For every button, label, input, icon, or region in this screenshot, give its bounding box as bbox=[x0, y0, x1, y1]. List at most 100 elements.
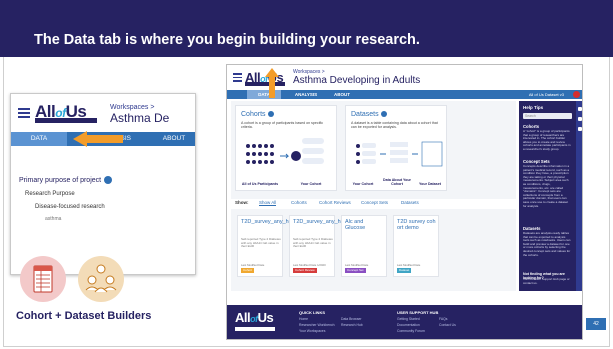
app-header: AllofUs Workspaces > Asthma Developing i… bbox=[227, 65, 582, 88]
footer-link[interactable]: Community Forum bbox=[397, 329, 425, 333]
help-side-rail bbox=[576, 101, 582, 291]
add-cohort-icon[interactable] bbox=[267, 111, 274, 118]
help-icon[interactable] bbox=[573, 91, 580, 98]
datasets-card[interactable]: Datasets A dataset is a table containing… bbox=[345, 105, 447, 191]
datasets-description: A dataset is a table containing data abo… bbox=[351, 121, 438, 130]
breadcrumb[interactable]: Workspaces > bbox=[110, 104, 154, 111]
resource-meta: Last Modified Date 1/2020 bbox=[293, 263, 326, 267]
filter-cohorts[interactable]: Cohorts bbox=[291, 200, 307, 205]
edit-icon bbox=[104, 176, 113, 184]
footer-link[interactable]: Your Workspaces bbox=[299, 329, 325, 333]
footer-link[interactable]: Getting Started bbox=[397, 317, 420, 321]
cohort-builder-icon bbox=[20, 256, 66, 302]
help-heading-concept-sets: Concept Sets bbox=[523, 159, 550, 164]
app-footer: AllofUs QUICK LINKS Home Data Browser Re… bbox=[227, 305, 582, 339]
datasets-title: Datasets bbox=[351, 111, 387, 118]
workspace-screenshot: AllofUs Workspaces > Asthma Developing i… bbox=[226, 64, 583, 340]
all-of-us-participants-caption: All of Us Participants bbox=[241, 182, 279, 186]
resource-type-badge: Cohort Review bbox=[293, 268, 317, 273]
resource-title[interactable]: T2D_survey_any_hba1c bbox=[241, 219, 301, 225]
tab-bar: DATA ANALYSIS ABOUT All of Us Dataset v3 bbox=[227, 90, 582, 99]
resource-type-badge: Dataset bbox=[397, 268, 412, 273]
zoom-header: AllofUs Workspaces > Asthma De bbox=[11, 94, 195, 130]
builders-caption: Cohort + Dataset Builders bbox=[16, 310, 152, 322]
help-text-not-finding: Visit our User Support Hub page or conta… bbox=[523, 278, 570, 285]
dataset-flow-illustration bbox=[356, 141, 443, 167]
resource-card[interactable]: Alc and Glucose Last Modified Date Conce… bbox=[341, 215, 387, 277]
cohorts-description: A cohort is a group of participants base… bbox=[241, 121, 324, 130]
help-search-input[interactable]: Search bbox=[523, 113, 572, 119]
footer-logo: AllofUs bbox=[235, 310, 274, 325]
research-purpose-value: Disease-focused research bbox=[35, 204, 105, 210]
dataset-version-label: All of Us Dataset v3 bbox=[528, 92, 564, 97]
footer-link[interactable]: Home bbox=[299, 317, 308, 321]
filter-concept-sets[interactable]: Concept Sets bbox=[361, 200, 388, 205]
chat-icon[interactable] bbox=[578, 127, 582, 131]
research-purpose-label: Research Purpose bbox=[25, 191, 75, 197]
resource-description: Self-reported Type 2 Diabetes with any H… bbox=[241, 237, 281, 249]
footer-link[interactable]: FAQs bbox=[439, 317, 447, 321]
footer-link[interactable]: Data Browser bbox=[341, 317, 362, 321]
orange-arrow-left-icon bbox=[73, 131, 123, 147]
footer-link[interactable]: Research Hub bbox=[341, 323, 363, 327]
your-cohort-caption: Your Cohort bbox=[300, 182, 322, 186]
primary-purpose-heading: Primary purpose of project bbox=[19, 176, 113, 184]
filter-cohort-reviews[interactable]: Cohort Reviews bbox=[319, 200, 351, 205]
resource-card[interactable]: T2D_survey_any_hba1c Self-reported Type … bbox=[237, 215, 301, 277]
all-of-us-logo: AllofUs bbox=[35, 102, 97, 126]
book-icon[interactable] bbox=[578, 117, 582, 121]
help-heading-cohorts: Cohorts bbox=[523, 124, 540, 129]
show-label: Show: bbox=[235, 200, 249, 205]
resource-filter-bar: Show: Show All Cohorts Cohort Reviews Co… bbox=[231, 199, 516, 209]
help-text-datasets: Datasets are analysis-ready tables that … bbox=[523, 232, 571, 257]
resource-title[interactable]: T2D_survey_any_hba1c bbox=[293, 219, 353, 225]
slide-title-bar bbox=[0, 0, 613, 57]
cohorts-title: Cohorts bbox=[241, 111, 274, 118]
resource-meta: Last Modified Date bbox=[397, 263, 421, 267]
slide-title: The Data tab is where you begin building… bbox=[34, 32, 420, 48]
footer-logo-subtitle-bar bbox=[235, 327, 275, 331]
help-tips-panel: Help Tips Search Cohorts A "cohort" is a… bbox=[519, 101, 576, 291]
resource-description: Self-reported Type 2 Diabetes with any H… bbox=[293, 237, 333, 249]
resource-card[interactable]: T2D_survey_any_hba1c Self-reported Type … bbox=[289, 215, 353, 277]
data-about-cohort-caption: Data About Your Cohort bbox=[383, 178, 411, 186]
workspace-title: Asthma Developing in Adults bbox=[293, 75, 421, 86]
user-support-heading: USER SUPPORT HUB bbox=[397, 310, 439, 315]
resource-type-badge: Cohort bbox=[241, 268, 255, 273]
add-dataset-icon[interactable] bbox=[380, 111, 387, 118]
your-dataset-caption: Your Dataset bbox=[419, 182, 441, 186]
tab-analysis[interactable]: ANALYSIS bbox=[289, 90, 323, 99]
tab-about[interactable]: ABOUT bbox=[151, 132, 195, 146]
filter-show-all[interactable]: Show All bbox=[259, 200, 277, 206]
tab-data[interactable]: DATA bbox=[11, 132, 67, 146]
orange-arrow-up-icon bbox=[265, 68, 279, 98]
help-text-cohorts: A "cohort" is a group of participants th… bbox=[523, 130, 571, 151]
help-tips-title: Help Tips bbox=[523, 105, 544, 110]
hamburger-menu-icon[interactable] bbox=[233, 73, 242, 84]
slide-page-number: 42 bbox=[586, 318, 606, 330]
resource-meta: Last Modified Date bbox=[345, 263, 369, 267]
cohort-people-illustration bbox=[246, 138, 324, 164]
footer-link[interactable]: Researcher Workbench bbox=[299, 323, 335, 327]
resource-title[interactable]: T2D survey coh ort demo bbox=[397, 219, 437, 231]
zoomed-workspace-panel: AllofUs Workspaces > Asthma De DATA LYSI… bbox=[10, 93, 196, 275]
help-text-concept-sets: Concepts describe information in a patie… bbox=[523, 165, 570, 208]
resource-title[interactable]: Alc and Glucose bbox=[345, 219, 385, 231]
research-purpose-sub: asthma bbox=[45, 216, 62, 222]
tab-about[interactable]: ABOUT bbox=[327, 90, 357, 99]
workspace-title: Asthma De bbox=[110, 111, 170, 125]
footer-link[interactable]: Contact Us bbox=[439, 323, 456, 327]
help-heading-datasets: Datasets bbox=[523, 226, 541, 231]
info-icon[interactable] bbox=[578, 107, 582, 111]
your-cohort-caption: Your Cohort bbox=[352, 182, 374, 186]
dataset-builder-icon bbox=[78, 256, 124, 302]
filter-datasets[interactable]: Datasets bbox=[401, 200, 419, 205]
cohorts-card[interactable]: Cohorts A cohort is a group of participa… bbox=[235, 105, 337, 191]
resource-card[interactable]: T2D survey coh ort demo Last Modified Da… bbox=[393, 215, 439, 277]
quick-links-heading: QUICK LINKS bbox=[299, 310, 325, 315]
hamburger-menu-icon[interactable] bbox=[18, 108, 30, 118]
logo-subtitle-bar bbox=[35, 118, 97, 123]
footer-link[interactable]: Documentation bbox=[397, 323, 420, 327]
resource-meta: Last Modified Date bbox=[241, 263, 265, 267]
resource-type-badge: Concept Set bbox=[345, 268, 366, 273]
